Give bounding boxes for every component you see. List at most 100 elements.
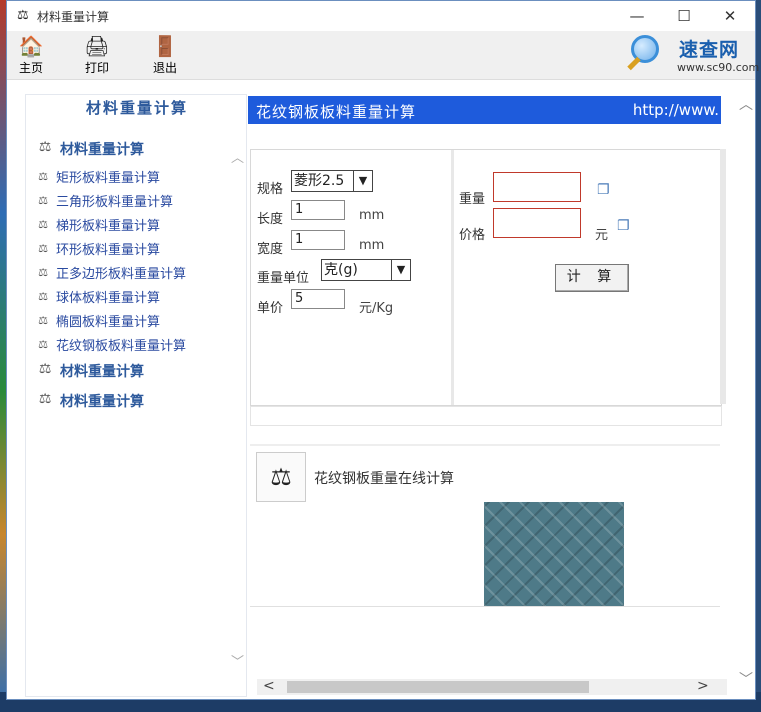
- logo-url: www.sc90.com: [677, 61, 760, 74]
- house-icon: 🏠: [18, 34, 44, 58]
- sidebar-item-ellipse[interactable]: ⚖ 椭圆板料重量计算: [34, 311, 161, 331]
- scale-icon: ⚖: [38, 313, 48, 327]
- logo-name: 速查网: [679, 39, 740, 61]
- input-column: 规格 菱形2.5 ▼ 长度 1 mm 宽度 1 mm 重量单位 克(g) ▼ 单…: [251, 150, 454, 405]
- length-input[interactable]: 1: [291, 200, 345, 220]
- sidebar-item-label: 梯形板料重量计算: [56, 219, 161, 234]
- sidebar-item-material-1[interactable]: ⚖ 材料重量计算: [34, 139, 144, 159]
- sidebar-item-label: 材料重量计算: [60, 394, 144, 410]
- scroll-thumb[interactable]: [287, 681, 589, 693]
- sidebar-item-label: 正多边形板料重量计算: [56, 267, 187, 282]
- calculate-button[interactable]: 计 算: [555, 264, 629, 292]
- spec-select-value: 菱形2.5: [294, 173, 345, 189]
- sidebar-item-label: 矩形板料重量计算: [56, 171, 161, 186]
- main-panel: 花纹钢板板料重量计算 http://www. 规格 菱形2.5 ▼ 长度 1 m…: [248, 94, 755, 697]
- scale-icon: ⚖: [38, 139, 52, 155]
- sidebar-item-material-2[interactable]: ⚖ 材料重量计算: [34, 361, 144, 381]
- result-price-field[interactable]: [493, 208, 581, 238]
- sidebar-item-label: 材料重量计算: [60, 142, 144, 158]
- sidebar-item-sphere[interactable]: ⚖ 球体板料重量计算: [34, 287, 161, 307]
- checker-plate-image: [484, 502, 624, 606]
- maximize-button[interactable]: ☐: [664, 5, 704, 27]
- sidebar-scroll-down[interactable]: ﹀: [231, 651, 244, 670]
- result-weight-label: 重量: [459, 192, 486, 207]
- chevron-left-icon[interactable]: <: [263, 678, 275, 694]
- scale-icon: ⚖: [38, 265, 48, 279]
- sidebar-item-material-3[interactable]: ⚖ 材料重量计算: [34, 391, 144, 411]
- price-label: 单价: [257, 301, 284, 316]
- app-window: ⚖ 材料重量计算 — ☐ ✕ 🏠 主页 🖨 打印 🚪 退出 速查网 www.sc…: [6, 0, 759, 700]
- scale-icon: ⚖: [38, 289, 48, 303]
- result-price-label: 价格: [459, 228, 486, 243]
- length-label: 长度: [257, 212, 284, 227]
- chevron-down-icon: ▼: [391, 260, 410, 280]
- print-button[interactable]: 🖨 打印: [73, 33, 121, 76]
- sidebar-item-label: 三角形板料重量计算: [56, 195, 174, 210]
- calc-form: 规格 菱形2.5 ▼ 长度 1 mm 宽度 1 mm 重量单位 克(g) ▼ 单…: [250, 149, 722, 406]
- form-divider: [720, 149, 726, 404]
- horizontal-scrollbar[interactable]: < >: [257, 678, 727, 695]
- length-unit: mm: [359, 208, 385, 223]
- scale-icon: ⚖: [38, 361, 52, 377]
- price-unit: 元/Kg: [359, 301, 394, 316]
- toolbar: 🏠 主页 🖨 打印 🚪 退出 速查网 www.sc90.com: [7, 31, 759, 80]
- width-label: 宽度: [257, 242, 284, 257]
- banner-url[interactable]: http://www.: [633, 101, 719, 119]
- site-logo: 速查网 www.sc90.com: [627, 31, 759, 79]
- result-weight-field[interactable]: [493, 172, 581, 202]
- sidebar-title: 材料重量计算: [85, 99, 188, 117]
- close-button[interactable]: ✕: [710, 5, 750, 27]
- scale-icon: ⚖: [38, 391, 52, 407]
- spec-label: 规格: [257, 182, 284, 197]
- sidebar-item-polygon[interactable]: ⚖ 正多边形板料重量计算: [34, 263, 187, 283]
- balance-scale-icon: ⚖: [256, 452, 306, 502]
- chevron-right-icon[interactable]: >: [697, 678, 709, 694]
- weight-unit-label: 重量单位: [257, 271, 310, 286]
- width-input[interactable]: 1: [291, 230, 345, 250]
- sidebar-item-checker-plate[interactable]: ⚖ 花纹钢板板料重量计算: [34, 335, 186, 355]
- scale-icon: ⚖: [17, 8, 29, 23]
- scale-icon: ⚖: [38, 217, 48, 231]
- copy-icon[interactable]: ❐: [617, 218, 630, 234]
- title-bar: ⚖ 材料重量计算 — ☐ ✕: [7, 1, 755, 31]
- home-button[interactable]: 🏠 主页: [7, 33, 55, 76]
- sidebar-item-label: 环形板料重量计算: [56, 243, 161, 258]
- scale-icon: ⚖: [38, 337, 48, 351]
- weight-unit-select-value: 克(g): [324, 262, 358, 278]
- info-text: 花纹钢板重量在线计算: [314, 471, 454, 487]
- result-price-unit: 元: [595, 228, 609, 243]
- sidebar-item-ring[interactable]: ⚖ 环形板料重量计算: [34, 239, 161, 259]
- sidebar-item-trapezoid[interactable]: ⚖ 梯形板料重量计算: [34, 215, 161, 235]
- magnifier-handle: [627, 56, 641, 71]
- sidebar-item-label: 球体板料重量计算: [56, 291, 161, 306]
- minimize-button[interactable]: —: [617, 5, 657, 27]
- chevron-down-icon: ▼: [353, 171, 372, 191]
- width-unit: mm: [359, 238, 385, 253]
- vertical-scrollbar[interactable]: ︿ ﹀: [737, 94, 755, 697]
- exit-label: 退出: [152, 61, 177, 75]
- printer-icon: 🖨: [84, 34, 110, 58]
- page-title: 花纹钢板板料重量计算: [256, 103, 417, 121]
- chevron-down-icon[interactable]: ﹀: [737, 669, 755, 689]
- sidebar-item-label: 材料重量计算: [60, 364, 144, 380]
- info-section: ⚖ 花纹钢板重量在线计算: [250, 444, 720, 607]
- copy-icon[interactable]: ❐: [597, 182, 610, 198]
- sidebar-item-triangle[interactable]: ⚖ 三角形板料重量计算: [34, 191, 174, 211]
- scale-icon: ⚖: [38, 241, 48, 255]
- page-banner: 花纹钢板板料重量计算 http://www.: [248, 96, 721, 124]
- chevron-up-icon[interactable]: ︿: [737, 94, 755, 114]
- window-title: 材料重量计算: [37, 10, 110, 24]
- weight-unit-select[interactable]: 克(g) ▼: [321, 259, 411, 281]
- scale-icon: ⚖: [38, 169, 48, 183]
- sidebar-item-rectangle[interactable]: ⚖ 矩形板料重量计算: [34, 167, 161, 187]
- sidebar-item-label: 椭圆板料重量计算: [56, 315, 161, 330]
- sidebar-scroll-up[interactable]: ︿: [231, 147, 244, 166]
- scale-icon: ⚖: [38, 193, 48, 207]
- home-label: 主页: [18, 61, 43, 75]
- exit-button[interactable]: 🚪 退出: [141, 33, 189, 76]
- price-input[interactable]: 5: [291, 289, 345, 309]
- door-icon: 🚪: [152, 34, 178, 58]
- print-label: 打印: [84, 61, 109, 75]
- spec-select[interactable]: 菱形2.5 ▼: [291, 170, 373, 192]
- form-footer: [250, 406, 722, 426]
